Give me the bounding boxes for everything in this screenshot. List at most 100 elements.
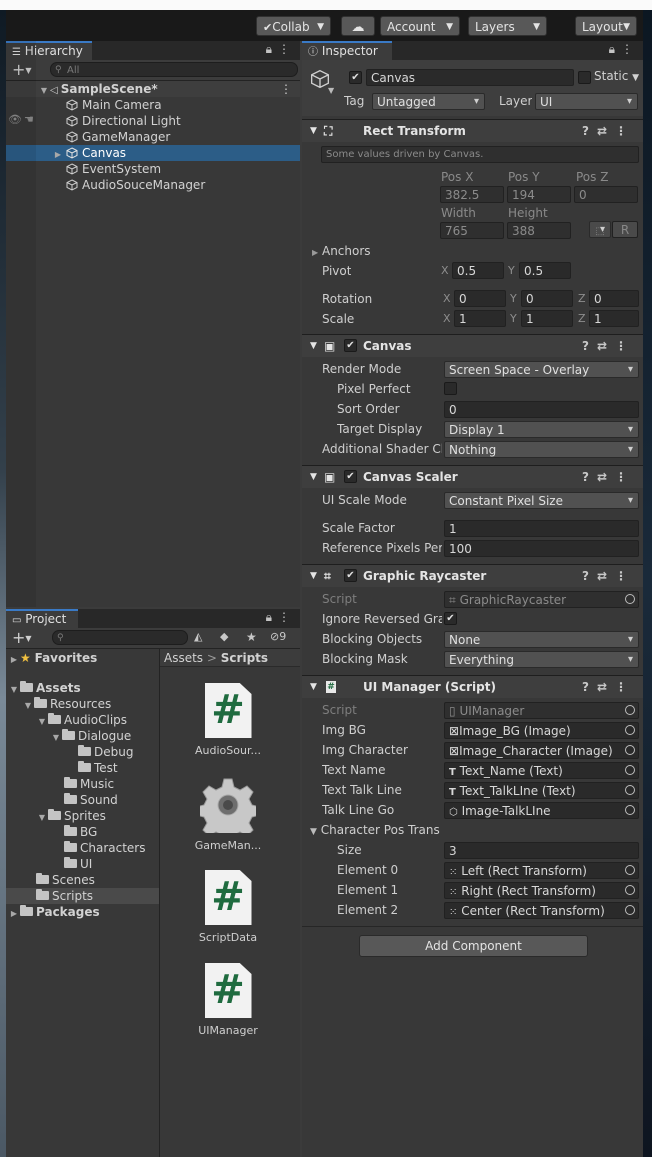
assets-row[interactable]: ▼ Assets [8,680,81,696]
kebab-menu-icon[interactable]: ⋮ [615,680,635,694]
pivot-x-field[interactable]: 0.5 [452,262,504,279]
hidden-packages-toggle[interactable]: ⊘9 [270,630,286,643]
blocking-mask-dropdown[interactable]: Everything [444,651,639,668]
expand-triangle-icon[interactable]: ▶ [8,652,20,668]
hierarchy-item-directional-light[interactable]: Directional Light [66,113,181,129]
text-talk-line-field[interactable]: T Text_TalkLIne (Text) [444,782,639,799]
hierarchy-item-canvas[interactable]: ▶ Canvas [6,145,300,161]
expand-triangle-icon[interactable]: ▶ [8,906,20,922]
size-field[interactable]: 3 [444,842,639,859]
collab-button[interactable]: ✔Collab ▼ [256,16,331,36]
folder-bg[interactable]: BG [64,824,97,840]
kebab-menu-icon[interactable]: ⋮ [621,42,639,56]
lock-icon[interactable]: 🔒︎ [266,610,278,624]
enabled-checkbox[interactable]: ✔ [344,339,357,352]
folder-scripts[interactable]: Scripts [6,888,159,904]
expand-triangle-icon[interactable]: ▼ [50,730,62,746]
pixel-perfect-checkbox[interactable] [444,382,457,395]
active-checkbox[interactable]: ✔ [349,71,362,84]
hierarchy-item-eventsystem[interactable]: EventSystem [66,161,161,177]
breadcrumb-assets[interactable]: Assets [164,651,203,665]
presets-icon[interactable]: ⇄ [597,339,615,353]
kebab-menu-icon[interactable]: ⋮ [615,569,635,583]
ui-manager-header[interactable]: ▼ # UI Manager (Script) ?⇄⋮ [302,675,643,698]
scene-row[interactable]: ▼ ◁ SampleScene* ⋮ [6,81,300,97]
lock-icon[interactable]: 🔒︎ [609,42,621,56]
kebab-menu-icon[interactable]: ⋮ [615,124,635,138]
object-picker-icon[interactable] [625,865,635,875]
layers-dropdown[interactable]: Layers ▼ [468,16,547,36]
reference-pixels-per-unit-field[interactable]: 100 [444,540,639,557]
raw-edit-button[interactable]: R [612,221,638,238]
img-character-field[interactable]: ⊠Image_Character (Image) [444,742,639,759]
anchors-foldout[interactable]: ▶ Anchors [312,242,371,260]
character-pos-trans-foldout[interactable]: ▼ Character Pos Trans [310,821,440,839]
hierarchy-item-main-camera[interactable]: Main Camera [66,97,162,113]
cloud-button[interactable]: ☁ [341,16,375,36]
presets-icon[interactable]: ⇄ [597,124,615,138]
panel-menu-icons[interactable]: 🔒︎⋮ [609,42,639,57]
hierarchy-search-input[interactable]: ⚲ All [50,62,298,77]
help-icon[interactable]: ? [582,470,597,484]
folder-dialogue[interactable]: ▼ Dialogue [50,728,131,744]
ignore-reversed-graphics-checkbox[interactable]: ✔ [444,612,457,625]
blocking-objects-dropdown[interactable]: None [444,631,639,648]
static-checkbox[interactable] [578,71,591,84]
icon-dropdown-icon[interactable]: ▼ [328,86,334,95]
scale-z-field[interactable]: 1 [589,310,639,327]
help-icon[interactable]: ? [582,124,597,138]
graphic-raycaster-header[interactable]: ▼ ⌗ ✔ Graphic Raycaster ?⇄⋮ [302,564,643,587]
blueprint-mode-button[interactable]: ⬚ [589,221,611,238]
asset-gamemanager[interactable]: GameMan... [183,777,273,852]
object-picker-icon[interactable] [625,805,635,815]
breadcrumb-scripts[interactable]: Scripts [221,651,268,665]
object-picker-icon[interactable] [625,745,635,755]
canvas-scaler-header[interactable]: ▼ ▣ ✔ Canvas Scaler ?⇄⋮ [302,465,643,488]
tab-inspector[interactable]: ⓘ Inspector [302,41,392,60]
width-field[interactable]: 765 [440,222,504,239]
kebab-menu-icon[interactable]: ⋮ [280,81,292,97]
object-picker-icon[interactable] [625,885,635,895]
expand-triangle-icon[interactable]: ▼ [36,714,48,730]
presets-icon[interactable]: ⇄ [597,680,615,694]
text-name-field[interactable]: T Text_Name (Text) [444,762,639,779]
hierarchy-item-audiosoucemanager[interactable]: AudioSouceManager [66,177,205,193]
kebab-menu-icon[interactable]: ⋮ [278,610,296,624]
object-picker-icon[interactable] [625,905,635,915]
panel-menu-icons[interactable]: 🔒︎⋮ [266,610,296,625]
element-2-field[interactable]: ⁙ Center (Rect Transform) [444,902,639,919]
packages-row[interactable]: ▶ Packages [8,904,100,920]
folder-debug[interactable]: Debug [78,744,133,760]
kebab-menu-icon[interactable]: ⋮ [278,42,296,56]
ui-scale-mode-dropdown[interactable]: Constant Pixel Size [444,492,639,509]
tab-project[interactable]: ▭ Project [6,609,78,628]
favorite-star-icon[interactable]: ★ [246,630,257,644]
object-name-field[interactable]: Canvas [366,69,574,86]
add-component-button[interactable]: Add Component [359,935,588,957]
object-picker-icon[interactable] [625,785,635,795]
expand-triangle-icon[interactable]: ▼ [36,810,48,826]
element-1-field[interactable]: ⁙ Right (Rect Transform) [444,882,639,899]
kebab-menu-icon[interactable]: ⋮ [615,339,635,353]
pivot-y-field[interactable]: 0.5 [519,262,571,279]
folder-resources[interactable]: ▼ Resources [22,696,111,712]
presets-icon[interactable]: ⇄ [597,569,615,583]
foldout-triangle-icon[interactable]: ▼ [310,676,317,698]
rotation-z-field[interactable]: 0 [589,290,639,307]
lock-icon[interactable]: 🔒︎ [266,42,278,56]
folder-scenes[interactable]: Scenes [36,872,95,888]
element-0-field[interactable]: ⁙ Left (Rect Transform) [444,862,639,879]
scale-factor-field[interactable]: 1 [444,520,639,537]
talk-line-go-field[interactable]: ⬡ Image-TalkLIne [444,802,639,819]
layer-dropdown[interactable]: UI [535,93,638,110]
enabled-checkbox[interactable]: ✔ [344,470,357,483]
asset-uimanager[interactable]: # UIManager [183,963,273,1037]
tag-dropdown[interactable]: Untagged [372,93,485,110]
panel-menu-icons[interactable]: 🔒︎⋮ [266,42,296,57]
filter-label-icon[interactable]: ◆ [220,630,228,643]
hierarchy-item-gamemanager[interactable]: GameManager [66,129,170,145]
folder-sprites[interactable]: ▼ Sprites [36,808,106,824]
kebab-menu-icon[interactable]: ⋮ [615,470,635,484]
help-icon[interactable]: ? [582,339,597,353]
folder-ui[interactable]: UI [64,856,92,872]
